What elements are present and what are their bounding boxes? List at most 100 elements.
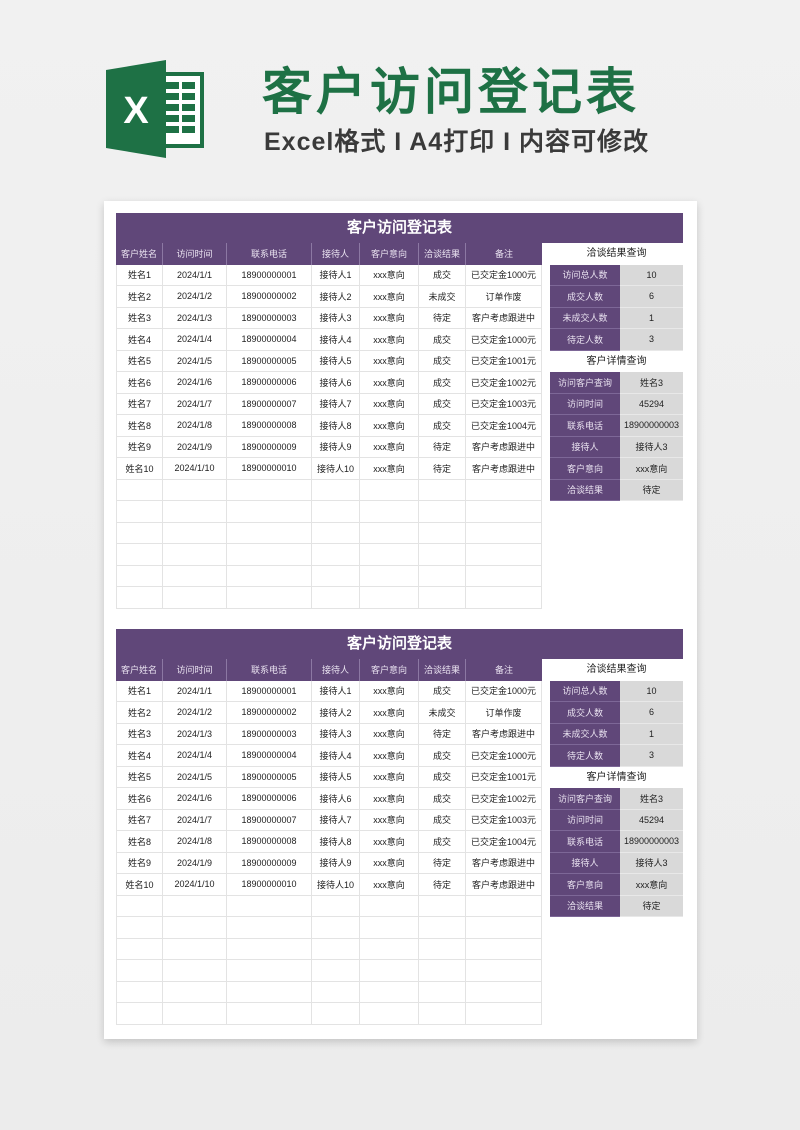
table-cell[interactable]: 姓名4: [116, 745, 163, 767]
table-cell[interactable]: xxx意向: [360, 372, 419, 394]
table-cell[interactable]: xxx意向: [360, 329, 419, 351]
table-cell[interactable]: 接待人9: [312, 436, 360, 458]
table-cell[interactable]: 已交定金1000元: [466, 745, 542, 767]
table-cell[interactable]: [360, 960, 419, 982]
table-cell[interactable]: [419, 960, 466, 982]
table-cell[interactable]: [466, 565, 542, 587]
table-cell[interactable]: 成交: [419, 831, 466, 853]
table-cell[interactable]: [466, 938, 542, 960]
table-cell[interactable]: [312, 565, 360, 587]
summary-value[interactable]: 3: [620, 745, 683, 767]
table-cell[interactable]: xxx意向: [360, 264, 419, 286]
table-cell[interactable]: [227, 981, 312, 1003]
table-cell[interactable]: xxx意向: [360, 874, 419, 896]
table-cell[interactable]: [466, 895, 542, 917]
table-cell[interactable]: 待定: [419, 723, 466, 745]
detail-value[interactable]: 接待人3: [620, 852, 683, 874]
table-cell[interactable]: 接待人8: [312, 831, 360, 853]
table-cell[interactable]: [360, 565, 419, 587]
table-cell[interactable]: 姓名7: [116, 393, 163, 415]
table-cell[interactable]: [312, 501, 360, 523]
table-cell[interactable]: 2024/1/6: [163, 372, 227, 394]
table-cell[interactable]: xxx意向: [360, 745, 419, 767]
table-cell[interactable]: [227, 587, 312, 609]
table-cell[interactable]: xxx意向: [360, 680, 419, 702]
column-header[interactable]: 洽谈结果: [419, 659, 466, 681]
table-cell[interactable]: [163, 479, 227, 501]
table-cell[interactable]: 2024/1/9: [163, 436, 227, 458]
table-cell[interactable]: 接待人2: [312, 286, 360, 308]
table-cell[interactable]: 18900000008: [227, 831, 312, 853]
table-cell[interactable]: xxx意向: [360, 852, 419, 874]
table-cell[interactable]: [312, 917, 360, 939]
column-header[interactable]: 客户姓名: [116, 243, 163, 265]
table-cell[interactable]: 已交定金1000元: [466, 680, 542, 702]
table-cell[interactable]: 接待人8: [312, 415, 360, 437]
table-cell[interactable]: 18900000002: [227, 286, 312, 308]
table-cell[interactable]: 客户考虑跟进中: [466, 852, 542, 874]
table-cell[interactable]: [419, 501, 466, 523]
summary-value[interactable]: 1: [620, 723, 683, 745]
table-cell[interactable]: 已交定金1000元: [466, 329, 542, 351]
table-cell[interactable]: 18900000001: [227, 680, 312, 702]
table-cell[interactable]: 成交: [419, 350, 466, 372]
table-cell[interactable]: [116, 938, 163, 960]
table-cell[interactable]: 接待人6: [312, 788, 360, 810]
table-cell[interactable]: 18900000003: [227, 723, 312, 745]
table-cell[interactable]: 订单作废: [466, 286, 542, 308]
table-cell[interactable]: 18900000010: [227, 874, 312, 896]
table-cell[interactable]: 2024/1/7: [163, 393, 227, 415]
table-cell[interactable]: [116, 1003, 163, 1025]
table-cell[interactable]: [360, 501, 419, 523]
table-cell[interactable]: [312, 587, 360, 609]
table-cell[interactable]: [312, 1003, 360, 1025]
table-cell[interactable]: [116, 960, 163, 982]
summary-value[interactable]: 1: [620, 307, 683, 329]
table-cell[interactable]: [116, 479, 163, 501]
table-cell[interactable]: [466, 917, 542, 939]
detail-value[interactable]: 姓名3: [620, 788, 683, 810]
table-cell[interactable]: 待定: [419, 458, 466, 480]
table-cell[interactable]: [419, 981, 466, 1003]
table-cell[interactable]: 姓名2: [116, 702, 163, 724]
table-cell[interactable]: 姓名7: [116, 809, 163, 831]
table-cell[interactable]: [116, 501, 163, 523]
table-cell[interactable]: 已交定金1003元: [466, 809, 542, 831]
table-cell[interactable]: [227, 522, 312, 544]
table-cell[interactable]: 18900000009: [227, 852, 312, 874]
table-cell[interactable]: 未成交: [419, 286, 466, 308]
table-cell[interactable]: 2024/1/3: [163, 307, 227, 329]
table-cell[interactable]: [163, 917, 227, 939]
table-cell[interactable]: [360, 917, 419, 939]
table-cell[interactable]: 姓名9: [116, 436, 163, 458]
table-cell[interactable]: [466, 981, 542, 1003]
table-cell[interactable]: 接待人2: [312, 702, 360, 724]
table-cell[interactable]: 2024/1/9: [163, 852, 227, 874]
table-cell[interactable]: [312, 938, 360, 960]
table-cell[interactable]: 姓名10: [116, 874, 163, 896]
detail-value[interactable]: 18900000003: [620, 415, 683, 437]
table-cell[interactable]: xxx意向: [360, 766, 419, 788]
table-cell[interactable]: [163, 895, 227, 917]
summary-value[interactable]: 10: [620, 680, 683, 702]
table-cell[interactable]: 18900000001: [227, 264, 312, 286]
table-cell[interactable]: [312, 960, 360, 982]
table-cell[interactable]: xxx意向: [360, 286, 419, 308]
detail-value[interactable]: 18900000003: [620, 831, 683, 853]
table-cell[interactable]: 2024/1/1: [163, 264, 227, 286]
table-cell[interactable]: 18900000005: [227, 350, 312, 372]
column-header[interactable]: 接待人: [312, 659, 360, 681]
table-cell[interactable]: [466, 544, 542, 566]
table-cell[interactable]: [312, 981, 360, 1003]
table-cell[interactable]: 姓名6: [116, 788, 163, 810]
table-cell[interactable]: 姓名3: [116, 723, 163, 745]
table-cell[interactable]: 18900000006: [227, 788, 312, 810]
table-cell[interactable]: 姓名5: [116, 766, 163, 788]
table-cell[interactable]: 18900000008: [227, 415, 312, 437]
table-cell[interactable]: [360, 938, 419, 960]
table-cell[interactable]: 2024/1/10: [163, 874, 227, 896]
table-cell[interactable]: 2024/1/7: [163, 809, 227, 831]
table-cell[interactable]: 2024/1/8: [163, 415, 227, 437]
table-cell[interactable]: [360, 544, 419, 566]
table-cell[interactable]: 成交: [419, 680, 466, 702]
